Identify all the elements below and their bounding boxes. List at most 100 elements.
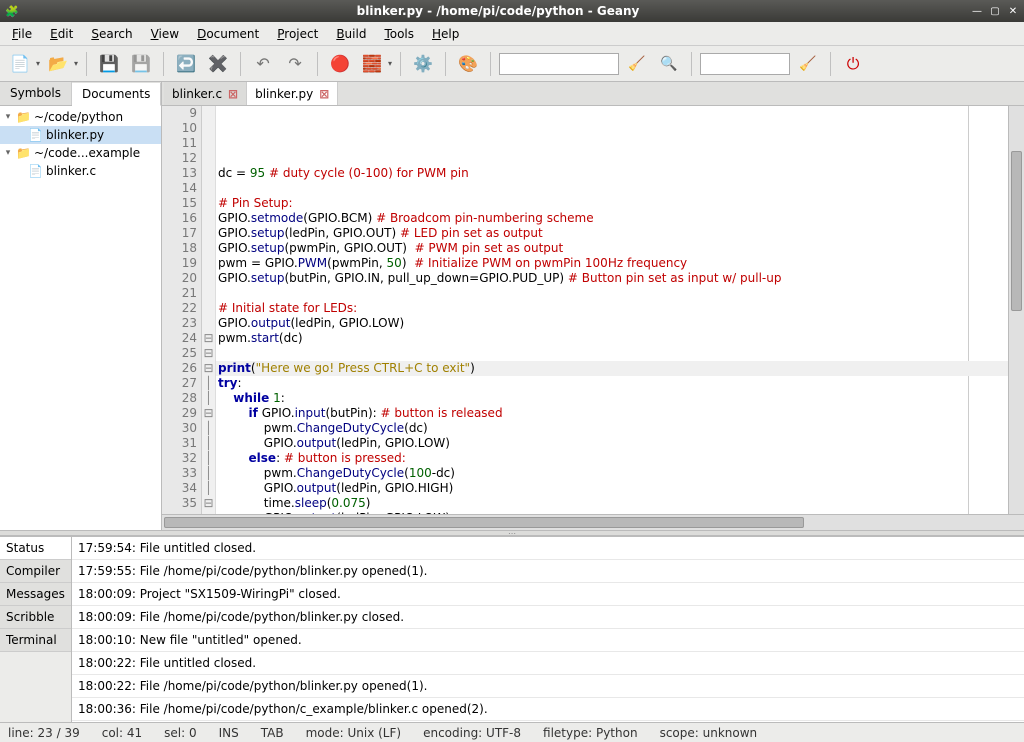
message-tab-status[interactable]: Status: [0, 537, 71, 560]
code-line[interactable]: pwm.start(dc): [216, 331, 1008, 346]
code-content[interactable]: dc = 95 # duty cycle (0-100) for PWM pin…: [216, 106, 1008, 514]
code-line[interactable]: GPIO.output(ledPin, GPIO.HIGH): [216, 481, 1008, 496]
file-tab[interactable]: blinker.py ⊠: [247, 82, 338, 105]
jump-input[interactable]: [700, 53, 790, 75]
save-button[interactable]: 💾: [95, 50, 123, 78]
close-icon[interactable]: ⊠: [228, 87, 238, 101]
code-line[interactable]: dc = 95 # duty cycle (0-100) for PWM pin: [216, 166, 1008, 181]
message-row[interactable]: 17:59:55: File /home/pi/code/python/blin…: [72, 560, 1024, 583]
toolbar: 📄▾ 📂▾ 💾 💾 ↩️ ✖️ ↶ ↷ 🔴 🧱▾ ⚙️ 🎨 🧹 🔍 🧹 ⏻: [0, 46, 1024, 82]
menu-view[interactable]: View: [143, 24, 187, 44]
reload-button[interactable]: ↩️: [172, 50, 200, 78]
menu-project[interactable]: Project: [269, 24, 326, 44]
redo-button[interactable]: ↷: [281, 50, 309, 78]
tab-documents[interactable]: Documents: [72, 83, 161, 106]
open-file-button[interactable]: 📂: [44, 50, 72, 78]
message-tabs: StatusCompilerMessagesScribbleTerminal: [0, 537, 72, 722]
message-row[interactable]: 18:00:22: File /home/pi/code/python/blin…: [72, 675, 1024, 698]
code-line[interactable]: while 1:: [216, 391, 1008, 406]
menu-document[interactable]: Document: [189, 24, 267, 44]
code-line[interactable]: [216, 181, 1008, 196]
new-file-button[interactable]: 📄: [6, 50, 34, 78]
code-line[interactable]: # Initial state for LEDs:: [216, 301, 1008, 316]
search-button[interactable]: 🔍: [655, 50, 683, 78]
code-line[interactable]: pwm.ChangeDutyCycle(100-dc): [216, 466, 1008, 481]
code-line[interactable]: GPIO.output(ledPin, GPIO.LOW): [216, 316, 1008, 331]
editor-area: blinker.c ⊠ blinker.py ⊠ 910111213141516171…: [162, 82, 1024, 530]
tree-file[interactable]: 📄blinker.py: [0, 126, 161, 144]
code-line[interactable]: print("Here we go! Press CTRL+C to exit"…: [216, 361, 1008, 376]
code-line[interactable]: GPIO.setup(pwmPin, GPIO.OUT) # PWM pin s…: [216, 241, 1008, 256]
build-button[interactable]: 🧱: [358, 50, 386, 78]
maximize-button[interactable]: ▢: [988, 4, 1002, 18]
menu-edit[interactable]: Edit: [42, 24, 81, 44]
tree-folder[interactable]: ▾📁~/code/python: [0, 108, 161, 126]
message-row[interactable]: 18:00:36: File /home/pi/code/python/c_ex…: [72, 698, 1024, 721]
goto-line-input[interactable]: [499, 53, 619, 75]
message-tab-terminal[interactable]: Terminal: [0, 629, 71, 652]
side-panel: Symbols Documents ▾📁~/code/python📄blinke…: [0, 82, 162, 530]
code-line[interactable]: GPIO.output(ledPin, GPIO.LOW): [216, 436, 1008, 451]
tree-folder[interactable]: ▾📁~/code...example: [0, 144, 161, 162]
line-number-gutter: 9101112131415161718192021222324252627282…: [162, 106, 202, 514]
code-line[interactable]: [216, 286, 1008, 301]
message-body[interactable]: 17:59:54: File untitled closed.17:59:55:…: [72, 537, 1024, 722]
code-line[interactable]: try:: [216, 376, 1008, 391]
undo-button[interactable]: ↶: [249, 50, 277, 78]
code-line[interactable]: pwm.ChangeDutyCycle(dc): [216, 421, 1008, 436]
scrollbar-thumb[interactable]: [1011, 151, 1022, 311]
minimize-button[interactable]: —: [970, 4, 984, 18]
document-tree[interactable]: ▾📁~/code/python📄blinker.py▾📁~/code...exa…: [0, 106, 161, 530]
code-line[interactable]: time.sleep(0.075): [216, 496, 1008, 511]
vertical-scrollbar[interactable]: [1008, 106, 1024, 514]
menu-file[interactable]: File: [4, 24, 40, 44]
status-scope: scope: unknown: [660, 726, 758, 740]
message-tab-messages[interactable]: Messages: [0, 583, 71, 606]
message-row[interactable]: 18:00:09: Project "SX1509-WiringPi" clos…: [72, 583, 1024, 606]
build-dropdown[interactable]: ▾: [388, 59, 392, 68]
menu-tools[interactable]: Tools: [376, 24, 422, 44]
status-encoding: encoding: UTF-8: [423, 726, 521, 740]
tab-symbols[interactable]: Symbols: [0, 82, 72, 105]
menu-help[interactable]: Help: [424, 24, 467, 44]
run-button[interactable]: ⚙️: [409, 50, 437, 78]
tree-file[interactable]: 📄blinker.c: [0, 162, 161, 180]
message-row[interactable]: 18:00:22: File untitled closed.: [72, 652, 1024, 675]
scrollbar-thumb[interactable]: [164, 517, 804, 528]
code-line[interactable]: pwm = GPIO.PWM(pwmPin, 50) # Initialize …: [216, 256, 1008, 271]
code-editor[interactable]: 9101112131415161718192021222324252627282…: [162, 106, 1024, 514]
file-tab[interactable]: blinker.c ⊠: [164, 82, 247, 105]
close-file-button[interactable]: ✖️: [204, 50, 232, 78]
code-line[interactable]: GPIO.setup(butPin, GPIO.IN, pull_up_down…: [216, 271, 1008, 286]
status-ins: INS: [219, 726, 239, 740]
menu-build[interactable]: Build: [328, 24, 374, 44]
fold-column[interactable]: ⊟⊟⊟││⊟│││││⊟: [202, 106, 216, 514]
new-file-dropdown[interactable]: ▾: [36, 59, 40, 68]
file-tab-label: blinker.c: [172, 87, 222, 101]
file-tab-label: blinker.py: [255, 87, 313, 101]
close-window-button[interactable]: ✕: [1006, 4, 1020, 18]
compile-button[interactable]: 🔴: [326, 50, 354, 78]
color-chooser-button[interactable]: 🎨: [454, 50, 482, 78]
message-tab-compiler[interactable]: Compiler: [0, 560, 71, 583]
jump-button[interactable]: 🧹: [794, 50, 822, 78]
code-line[interactable]: [216, 151, 1008, 166]
horizontal-scrollbar[interactable]: [162, 514, 1024, 530]
code-line[interactable]: [216, 346, 1008, 361]
close-icon[interactable]: ⊠: [319, 87, 329, 101]
message-row[interactable]: 18:00:09: File /home/pi/code/python/blin…: [72, 606, 1024, 629]
message-row[interactable]: 18:00:10: New file "untitled" opened.: [72, 629, 1024, 652]
code-line[interactable]: GPIO.setmode(GPIO.BCM) # Broadcom pin-nu…: [216, 211, 1008, 226]
menu-search[interactable]: Search: [83, 24, 140, 44]
code-line[interactable]: else: # button is pressed:: [216, 451, 1008, 466]
code-line[interactable]: # Pin Setup:: [216, 196, 1008, 211]
open-file-dropdown[interactable]: ▾: [74, 59, 78, 68]
message-row[interactable]: 17:59:54: File untitled closed.: [72, 537, 1024, 560]
message-tab-scribble[interactable]: Scribble: [0, 606, 71, 629]
quit-button[interactable]: ⏻: [839, 50, 867, 78]
code-line[interactable]: if GPIO.input(butPin): # button is relea…: [216, 406, 1008, 421]
find-button[interactable]: 🧹: [623, 50, 651, 78]
window-title: blinker.py - /home/pi/code/python - Gean…: [26, 4, 970, 18]
save-all-button[interactable]: 💾: [127, 50, 155, 78]
code-line[interactable]: GPIO.setup(ledPin, GPIO.OUT) # LED pin s…: [216, 226, 1008, 241]
